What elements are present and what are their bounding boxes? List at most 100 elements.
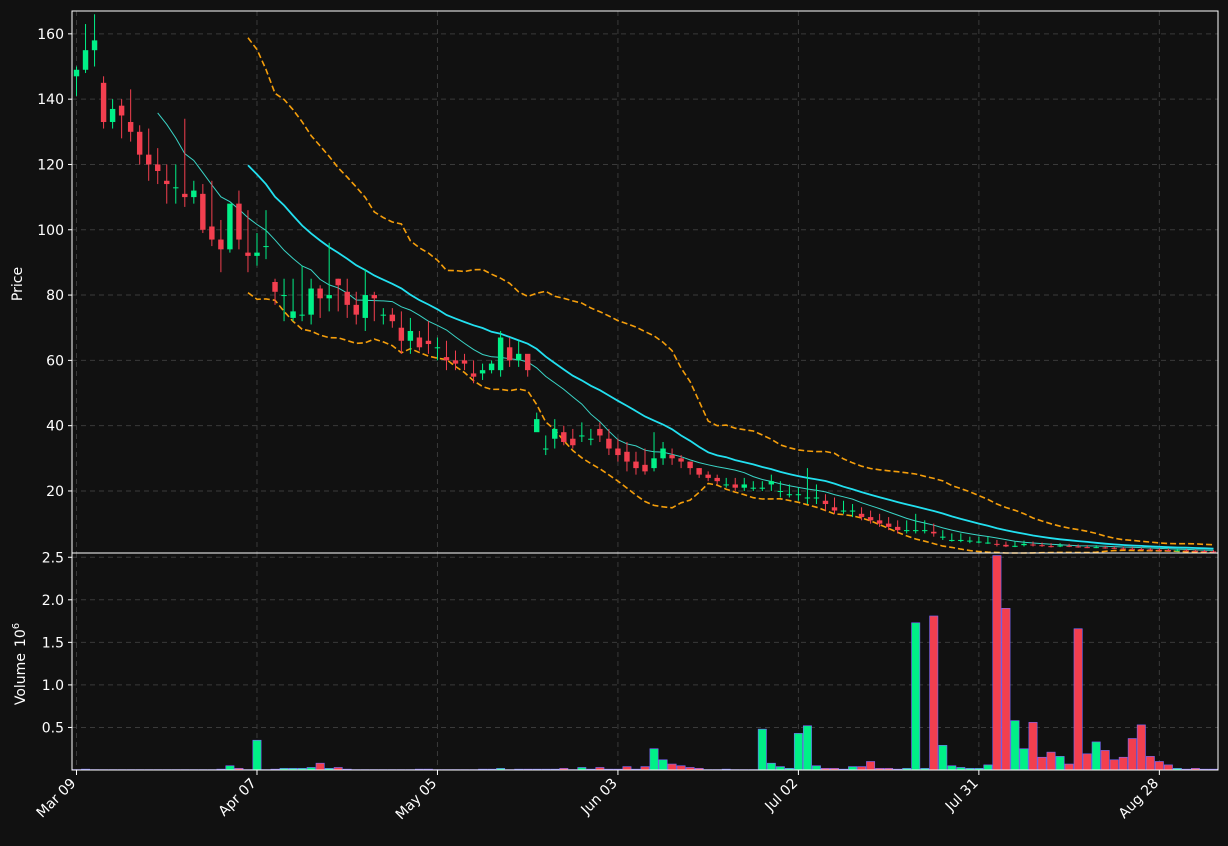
volume-bar xyxy=(640,766,650,771)
price-tick-label: 100 xyxy=(37,223,64,239)
volume-bar xyxy=(1145,756,1155,771)
candle-body xyxy=(660,448,666,459)
candle-body xyxy=(967,540,973,542)
candle-body xyxy=(452,360,459,364)
price-tick-label: 20 xyxy=(46,484,64,500)
candle-body xyxy=(1057,545,1063,547)
candle-body xyxy=(479,370,486,374)
candle-body xyxy=(552,428,558,439)
volume-bar xyxy=(1127,738,1137,771)
candle-body xyxy=(876,520,883,524)
candle-body xyxy=(1138,549,1145,551)
candle-body xyxy=(389,314,396,322)
candle-body xyxy=(894,526,901,531)
candle-body xyxy=(155,164,161,171)
candle-body xyxy=(1120,548,1126,550)
candle-body xyxy=(515,353,522,361)
volume-bar xyxy=(775,766,785,771)
candle-body xyxy=(994,543,1000,545)
candle-body xyxy=(109,108,116,123)
candle-body xyxy=(136,131,143,155)
volume-bar xyxy=(1091,741,1101,771)
candle-body xyxy=(642,464,648,472)
candle-body xyxy=(985,542,991,544)
candle-body xyxy=(831,507,838,511)
candle-body xyxy=(534,419,540,433)
volume-bar xyxy=(622,766,632,771)
volume-bar xyxy=(1037,756,1047,771)
volume-bar xyxy=(911,622,921,771)
candle-body xyxy=(263,246,269,248)
volume-bar xyxy=(802,725,812,771)
candle-body xyxy=(849,510,856,512)
price-tick-label: 140 xyxy=(37,92,64,108)
volume-bar xyxy=(1118,756,1128,771)
candle-body xyxy=(750,487,756,489)
volume-bar xyxy=(1064,763,1074,771)
candle-body xyxy=(344,291,350,305)
chart-background xyxy=(0,0,1228,842)
candle-body xyxy=(759,487,766,489)
volume-tick-label: 0.5 xyxy=(42,720,64,736)
candle-body xyxy=(118,105,125,116)
candle-body xyxy=(362,295,368,318)
candle-body xyxy=(1156,549,1163,551)
volume-bar xyxy=(793,733,803,771)
volume-bar xyxy=(929,615,939,771)
candle-body xyxy=(922,530,928,532)
candle-body xyxy=(497,337,504,371)
candle-body xyxy=(100,82,107,123)
volume-axis-label-exponent-power: 6 xyxy=(11,623,22,629)
candle-body xyxy=(434,347,441,349)
volume-bar xyxy=(947,765,957,771)
candle-body xyxy=(1165,550,1172,552)
candle-body xyxy=(290,311,296,318)
candle-body xyxy=(1183,550,1190,552)
candle-body xyxy=(669,455,675,459)
price-tick-label: 60 xyxy=(46,353,64,369)
candle-body xyxy=(1012,545,1018,547)
volume-bar xyxy=(1028,722,1038,771)
candle-body xyxy=(488,363,495,371)
candle-body xyxy=(461,360,468,364)
candle-body xyxy=(606,438,612,449)
candle-body xyxy=(416,337,423,348)
volume-axis-label-text: Volume xyxy=(13,653,29,705)
candle-body xyxy=(543,448,549,450)
volume-bar xyxy=(1046,751,1056,771)
price-tick-label: 120 xyxy=(37,157,64,173)
candle-body xyxy=(723,484,729,486)
candle-body xyxy=(326,295,332,299)
candle-body xyxy=(335,278,341,286)
candle-body xyxy=(227,203,233,250)
candle-body xyxy=(1201,551,1208,553)
candle-body xyxy=(1003,544,1009,547)
candle-body xyxy=(1174,550,1181,552)
candle-body xyxy=(678,458,684,462)
candle-body xyxy=(317,288,323,299)
candle-body xyxy=(1102,547,1108,549)
volume-bar xyxy=(315,762,325,771)
volume-bar xyxy=(1001,608,1011,771)
candle-body xyxy=(741,484,747,488)
volume-bar xyxy=(857,766,867,771)
volume-bar xyxy=(848,766,857,771)
candle-body xyxy=(615,448,621,456)
volume-bar xyxy=(1163,764,1173,771)
volume-bar xyxy=(983,764,993,771)
volume-bar xyxy=(866,761,876,771)
volume-bar xyxy=(766,762,776,771)
candle-body xyxy=(813,497,820,499)
volume-bar xyxy=(658,759,668,771)
candle-body xyxy=(867,517,874,521)
candle-body xyxy=(940,536,946,538)
candle-body xyxy=(254,252,260,256)
candle-body xyxy=(1084,547,1090,549)
candle-body xyxy=(182,193,188,198)
candle-body xyxy=(786,494,793,496)
candle-body xyxy=(407,330,414,341)
volume-tick-label: 1.5 xyxy=(42,635,64,651)
candle-body xyxy=(732,484,738,488)
candle-body xyxy=(145,154,152,165)
candle-body xyxy=(127,122,134,132)
